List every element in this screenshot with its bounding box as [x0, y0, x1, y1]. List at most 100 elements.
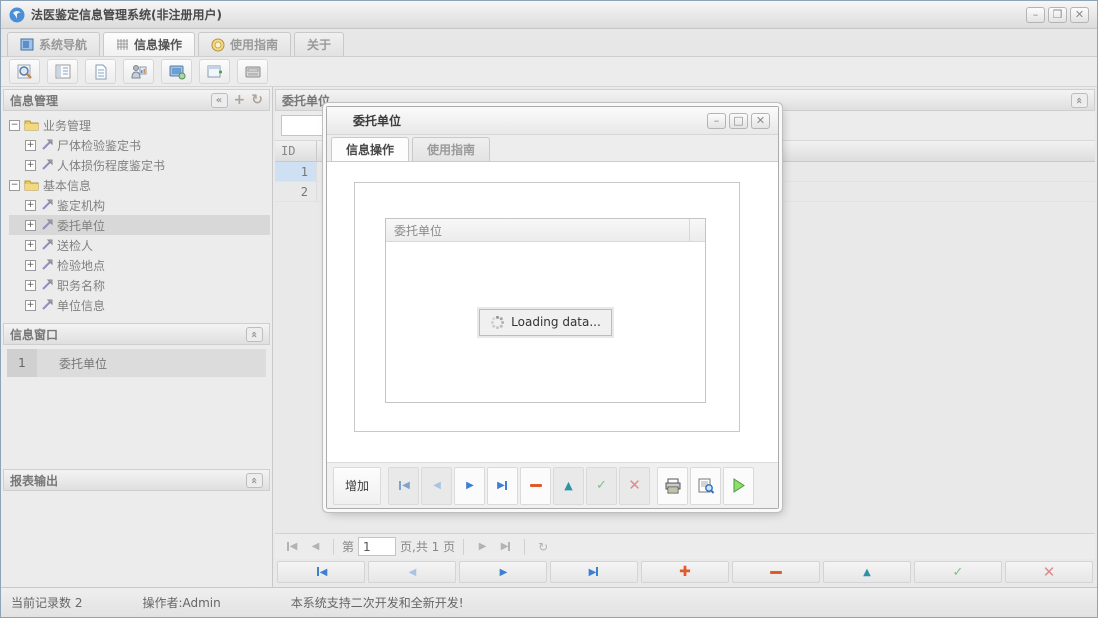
tab-user-guide[interactable]: 使用指南: [198, 32, 292, 56]
nav-prev-button[interactable]: ◀: [368, 561, 456, 583]
dialog-maximize-button[interactable]: □: [729, 112, 748, 129]
dialog-title-bar: 委托单位 – □ ✕: [327, 107, 778, 135]
tab-label: 系统导航: [39, 38, 88, 52]
tool-icon: [42, 259, 53, 270]
expand-node-icon[interactable]: +: [25, 259, 36, 271]
close-button[interactable]: ✕: [1070, 6, 1089, 23]
user-report-button[interactable]: [123, 59, 154, 84]
add-icon[interactable]: +: [234, 93, 246, 107]
loading-text: Loading data...: [511, 315, 601, 329]
tree-node-exam-location[interactable]: + 检验地点: [9, 255, 270, 275]
refresh-grid-icon[interactable]: ↻: [533, 538, 553, 556]
expand-node-icon[interactable]: +: [25, 299, 36, 311]
tree-label: 职务名称: [57, 278, 106, 293]
minimize-button[interactable]: –: [1026, 6, 1045, 23]
folder-icon: [24, 120, 39, 131]
panel-title: 信息管理: [10, 93, 59, 108]
collapse-panel-button[interactable]: «: [246, 472, 263, 488]
tree-label: 业务管理: [43, 118, 92, 133]
collapse-node-icon[interactable]: −: [9, 179, 20, 191]
dialog-cancel-button[interactable]: ✕: [619, 466, 650, 505]
dialog-close-button[interactable]: ✕: [751, 112, 770, 129]
dialog-prev-button[interactable]: ◀: [421, 466, 452, 505]
printer-icon: [665, 478, 680, 493]
dialog-grid-column-header[interactable]: 委托单位: [386, 219, 689, 241]
add-record-button[interactable]: 增加: [333, 466, 381, 505]
page-total-label: 页,共 1 页: [400, 540, 456, 554]
spinner-icon: [491, 315, 505, 329]
dialog-tab-info-operation[interactable]: 信息操作: [331, 137, 410, 161]
tree-node-business[interactable]: − 业务管理: [9, 115, 270, 135]
restore-button[interactable]: ❐: [1048, 6, 1067, 23]
collapse-panel-button[interactable]: «: [210, 92, 228, 108]
dialog-grid: 委托单位 Loading data...: [385, 218, 706, 403]
new-window-button[interactable]: [199, 59, 230, 84]
nav-delete-button[interactable]: [732, 561, 820, 583]
dialog-grid-header: 委托单位: [386, 219, 705, 242]
tree-node-job-title[interactable]: + 职务名称: [9, 275, 270, 295]
dialog-print-button[interactable]: [657, 466, 688, 505]
expand-node-icon[interactable]: +: [25, 199, 36, 211]
dialog-tab-user-guide[interactable]: 使用指南: [412, 137, 491, 161]
dialog-minimize-button[interactable]: –: [707, 112, 726, 129]
nav-last-button[interactable]: ▶: [550, 561, 638, 583]
monitor-button[interactable]: [161, 59, 192, 84]
tree-node-corpse-report[interactable]: + 尸体检验鉴定书: [9, 135, 270, 155]
dialog-preview-button[interactable]: [690, 466, 721, 505]
tree-node-injury-report[interactable]: + 人体损伤程度鉴定书: [9, 155, 270, 175]
search-button[interactable]: [9, 59, 40, 84]
collapse-panel-button[interactable]: «: [1071, 92, 1088, 108]
grid-cell-id: 2: [275, 182, 317, 201]
next-page-button[interactable]: ▶: [472, 538, 492, 556]
tree-node-submitter[interactable]: + 送检人: [9, 235, 270, 255]
tree-node-unit-info[interactable]: + 单位信息: [9, 295, 270, 315]
dialog-execute-button[interactable]: [723, 466, 754, 505]
nav-first-button[interactable]: ◀: [277, 561, 365, 583]
document-button[interactable]: [85, 59, 116, 84]
first-page-button[interactable]: ◀: [281, 538, 301, 556]
tab-system-navigation[interactable]: 系统导航: [7, 32, 101, 56]
dialog-first-button[interactable]: ◀: [388, 466, 419, 505]
nav-cancel-button[interactable]: ✕: [1005, 561, 1093, 583]
navigation-tree: − 业务管理 + 尸体检验鉴定书 + 人体损伤程度鉴定书 − 基本信息 + 鉴定…: [3, 111, 270, 323]
tree-node-agency[interactable]: + 鉴定机构: [9, 195, 270, 215]
tab-info-operation[interactable]: 信息操作: [103, 32, 196, 56]
form-view-button[interactable]: [47, 59, 78, 84]
tab-about[interactable]: 关于: [294, 32, 345, 56]
nav-post-button[interactable]: ✓: [914, 561, 1002, 583]
expand-node-icon[interactable]: +: [25, 279, 36, 291]
expand-node-icon[interactable]: +: [25, 219, 36, 231]
dialog-edit-button[interactable]: ▲: [553, 466, 584, 505]
panel-header-info-window: 信息窗口 «: [3, 323, 270, 345]
page-number-input[interactable]: [358, 537, 397, 556]
pagination-bar: ◀ ◀ 第 页,共 1 页 ▶ ▶ ↻: [275, 533, 1095, 559]
dialog-panel: 委托单位 Loading data...: [354, 182, 740, 432]
dialog-delete-button[interactable]: [520, 466, 551, 505]
page-prefix-label: 第: [342, 540, 355, 554]
tree-node-basic-info[interactable]: − 基本信息: [9, 175, 270, 195]
prev-page-button[interactable]: ◀: [305, 538, 325, 556]
printer-tray-button[interactable]: [237, 59, 268, 84]
dialog-last-button[interactable]: ▶: [487, 466, 518, 505]
collapse-panel-button[interactable]: «: [246, 326, 263, 342]
info-window-list: 1 委托单位: [3, 345, 270, 469]
last-page-button[interactable]: ▶: [496, 538, 516, 556]
collapse-node-icon[interactable]: −: [9, 119, 20, 131]
list-item[interactable]: 1 委托单位: [7, 349, 266, 377]
panel-header-info-management: 信息管理 « + ↻: [3, 89, 270, 111]
refresh-icon[interactable]: ↻: [251, 93, 263, 107]
grid-column-id[interactable]: ID: [275, 141, 317, 161]
expand-node-icon[interactable]: +: [25, 139, 36, 151]
list-item-label: 委托单位: [59, 356, 108, 371]
expand-node-icon[interactable]: +: [25, 159, 36, 171]
dialog-post-button[interactable]: ✓: [586, 466, 617, 505]
nav-edit-button[interactable]: ▲: [823, 561, 911, 583]
search-icon: [17, 64, 32, 79]
tree-node-client-unit[interactable]: + 委托单位: [9, 215, 270, 235]
panel-title: 报表输出: [10, 473, 59, 488]
nav-next-button[interactable]: ▶: [459, 561, 547, 583]
panel-title: 信息窗口: [10, 327, 59, 342]
nav-insert-button[interactable]: ✚: [641, 561, 729, 583]
dialog-next-button[interactable]: ▶: [454, 466, 485, 505]
expand-node-icon[interactable]: +: [25, 239, 36, 251]
